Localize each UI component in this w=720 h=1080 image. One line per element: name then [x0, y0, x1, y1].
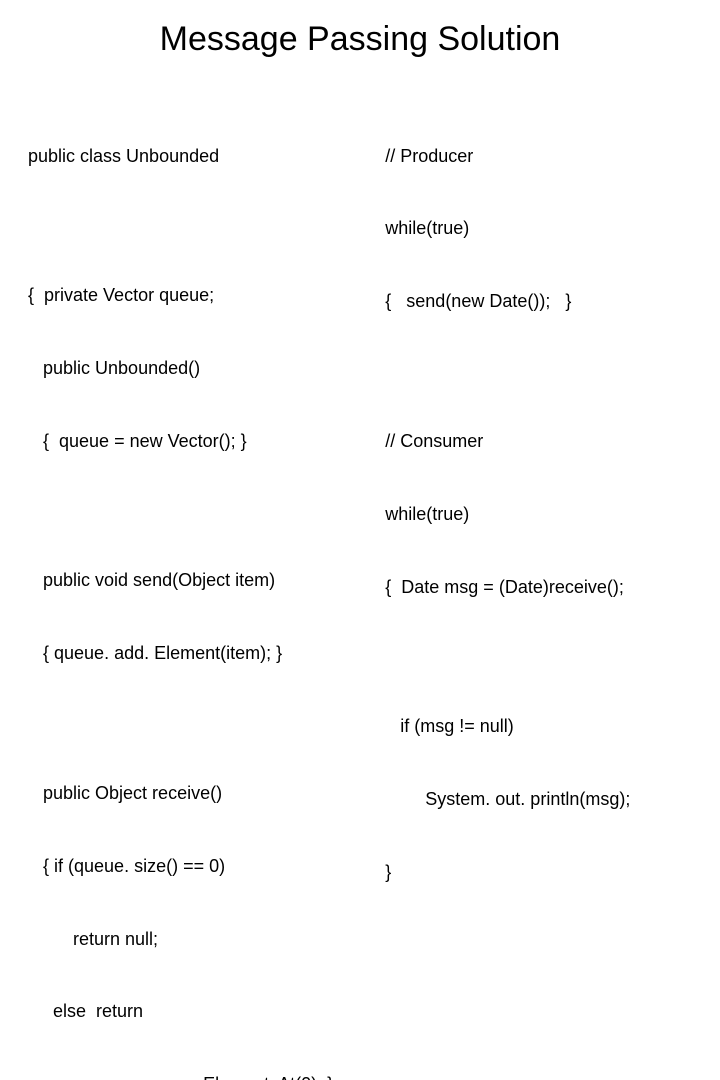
code-line: // Producer — [385, 144, 704, 168]
code-block-producer: // Producer while(true) { send(new Date(… — [385, 95, 704, 362]
code-line: System. out. println(msg); — [385, 787, 704, 811]
code-block-class-decl: public class Unbounded — [28, 95, 373, 216]
code-line: while(true) — [385, 502, 704, 526]
code-line: public Unbounded() — [28, 356, 373, 380]
code-line: { if (queue. size() == 0) — [28, 854, 373, 878]
code-block-constructor: { private Vector queue; public Unbounded… — [28, 234, 373, 501]
code-line: else return — [28, 999, 373, 1023]
code-line: { Date msg = (Date)receive(); — [385, 575, 704, 599]
code-line: public void send(Object item) — [28, 568, 373, 592]
code-line: return null; — [28, 927, 373, 951]
code-block-consumer: // Consumer while(true) { Date msg = (Da… — [385, 380, 704, 647]
slide: Message Passing Solution public class Un… — [0, 0, 720, 540]
code-line: { queue = new Vector(); } — [28, 429, 373, 453]
code-line: public class Unbounded — [28, 144, 373, 168]
code-line: { queue. add. Element(item); } — [28, 641, 373, 665]
slide-title: Message Passing Solution — [28, 20, 692, 59]
code-line: // Consumer — [385, 429, 704, 453]
content-row: public class Unbounded { private Vector … — [28, 95, 692, 1080]
code-line: if (msg != null) — [385, 714, 704, 738]
code-line: queue. remove. Element. At(0); } — [28, 1072, 373, 1080]
code-line: while(true) — [385, 216, 704, 240]
code-line: public Object receive() — [28, 781, 373, 805]
code-line: } — [385, 860, 704, 884]
code-line: { private Vector queue; — [28, 283, 373, 307]
code-block-send: public void send(Object item) { queue. a… — [28, 520, 373, 714]
right-column: // Producer while(true) { send(new Date(… — [385, 95, 704, 1080]
code-block-receive: public Object receive() { if (queue. siz… — [28, 732, 373, 1080]
code-block-consumer-body: if (msg != null) System. out. println(ms… — [385, 666, 704, 933]
left-column: public class Unbounded { private Vector … — [28, 95, 373, 1080]
code-line: { send(new Date()); } — [385, 289, 704, 313]
